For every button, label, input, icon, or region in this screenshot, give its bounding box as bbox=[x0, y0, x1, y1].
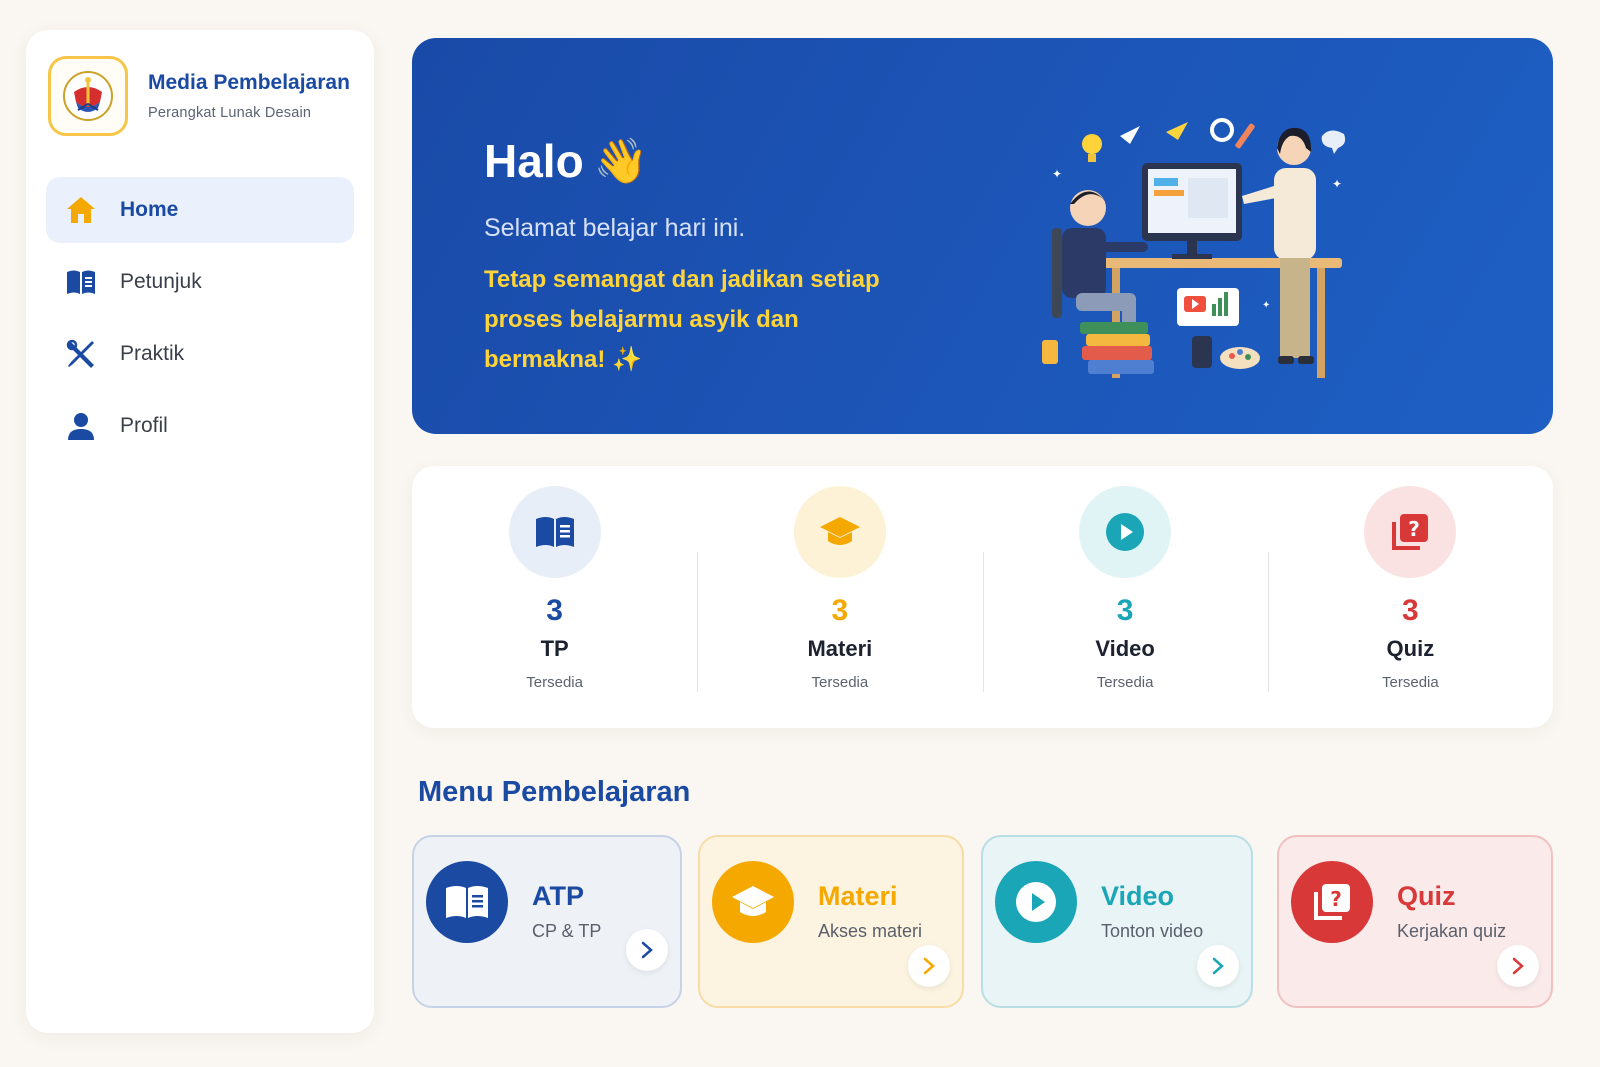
book-icon bbox=[508, 486, 601, 578]
stat-count: 3 bbox=[546, 594, 563, 627]
stat-name: TP bbox=[540, 636, 569, 661]
graduation-cap-icon bbox=[793, 486, 886, 578]
brand-subtitle: Perangkat Lunak Desain bbox=[148, 105, 312, 121]
waving-hand-icon: 👋 bbox=[593, 137, 649, 186]
stats-panel: 3 TP Tersedia 3 Materi Tersedia 3 Video … bbox=[412, 466, 1553, 728]
hero-banner: Halo 👋 Selamat belajar hari ini. Tetap s… bbox=[412, 38, 1553, 434]
card-title: Video bbox=[1101, 881, 1175, 911]
sidebar-item-profil[interactable]: Profil bbox=[46, 393, 354, 459]
card-subtitle: CP & TP bbox=[532, 921, 602, 941]
stat-count: 3 bbox=[1402, 594, 1419, 627]
menu-card-video[interactable]: Video Tonton video bbox=[981, 835, 1253, 1008]
sidebar-item-home[interactable]: Home bbox=[46, 177, 354, 243]
card-subtitle: Tonton video bbox=[1101, 921, 1204, 941]
students-at-computer-illustration: ✦ ✦ ✦ bbox=[1042, 118, 1346, 378]
greeting-text: Halo bbox=[484, 135, 584, 187]
menu-card-atp[interactable]: ATP CP & TP bbox=[412, 835, 682, 1008]
menu-card-quiz[interactable]: ? Quiz Kerjakan quiz bbox=[1277, 835, 1553, 1008]
svg-text:✦: ✦ bbox=[1262, 300, 1270, 311]
stat-tp: 3 TP Tersedia bbox=[412, 466, 697, 728]
home-icon bbox=[64, 193, 98, 227]
quiz-icon: ? bbox=[1291, 861, 1373, 943]
stat-count: 3 bbox=[1116, 594, 1134, 627]
menu-card-materi[interactable]: Materi Akses materi bbox=[698, 835, 964, 1008]
card-title: ATP bbox=[532, 881, 584, 911]
card-title: Materi bbox=[818, 881, 898, 911]
menu-title: Menu Pembelajaran bbox=[418, 776, 691, 808]
stat-desc: Tersedia bbox=[811, 674, 869, 691]
graduation-cap-icon bbox=[712, 861, 794, 943]
brand[interactable]: Media Pembelajaran Perangkat Lunak Desai… bbox=[48, 56, 350, 136]
sidebar-item-praktik[interactable]: Praktik bbox=[46, 321, 354, 387]
sidebar-nav: Home Petunjuk Praktik Profil bbox=[46, 177, 354, 465]
stat-name: Video bbox=[1095, 636, 1155, 661]
play-icon bbox=[1079, 486, 1172, 578]
sidebar-item-label: Home bbox=[120, 198, 179, 221]
school-emblem-icon bbox=[48, 56, 128, 136]
stat-materi: 3 Materi Tersedia bbox=[697, 466, 982, 728]
sidebar: Media Pembelajaran Perangkat Lunak Desai… bbox=[26, 30, 374, 1033]
stat-name: Materi bbox=[807, 636, 873, 661]
stat-video: 3 Video Tersedia bbox=[982, 466, 1268, 728]
svg-text:✦: ✦ bbox=[1332, 177, 1342, 191]
chevron-right-icon[interactable] bbox=[626, 929, 668, 971]
chevron-right-icon[interactable] bbox=[1497, 945, 1539, 987]
sidebar-item-label: Profil bbox=[120, 414, 168, 437]
sidebar-item-petunjuk[interactable]: Petunjuk bbox=[46, 249, 354, 315]
hero-message: Tetap semangat dan jadikan setiap proses… bbox=[484, 266, 880, 373]
hero-subtitle: Selamat belajar hari ini. bbox=[484, 214, 746, 242]
user-icon bbox=[64, 409, 98, 443]
stat-desc: Tersedia bbox=[1382, 674, 1439, 691]
card-subtitle: Akses materi bbox=[818, 921, 923, 941]
book-icon bbox=[426, 861, 508, 943]
app-root: Media Pembelajaran Perangkat Lunak Desai… bbox=[0, 0, 1600, 1067]
stat-quiz: ? 3 Quiz Tersedia bbox=[1267, 466, 1553, 728]
chevron-right-icon[interactable] bbox=[1197, 945, 1239, 987]
stat-name: Quiz bbox=[1386, 636, 1435, 661]
quiz-icon: ? bbox=[1364, 486, 1457, 578]
sidebar-item-label: Petunjuk bbox=[120, 270, 202, 293]
sidebar-item-label: Praktik bbox=[120, 342, 185, 365]
book-icon bbox=[64, 265, 98, 299]
card-title: Quiz bbox=[1397, 881, 1456, 911]
stat-count: 3 bbox=[831, 594, 849, 627]
play-icon bbox=[995, 861, 1077, 943]
svg-text:?: ? bbox=[1409, 517, 1421, 541]
tools-icon bbox=[64, 337, 98, 371]
stat-desc: Tersedia bbox=[526, 674, 583, 691]
card-subtitle: Kerjakan quiz bbox=[1397, 921, 1507, 941]
chevron-right-icon[interactable] bbox=[908, 945, 950, 987]
brand-title: Media Pembelajaran bbox=[148, 71, 350, 94]
stat-desc: Tersedia bbox=[1096, 674, 1154, 691]
svg-text:✦: ✦ bbox=[1052, 167, 1062, 181]
hero-greeting: Halo 👋 bbox=[484, 134, 648, 188]
svg-text:?: ? bbox=[1330, 887, 1342, 911]
